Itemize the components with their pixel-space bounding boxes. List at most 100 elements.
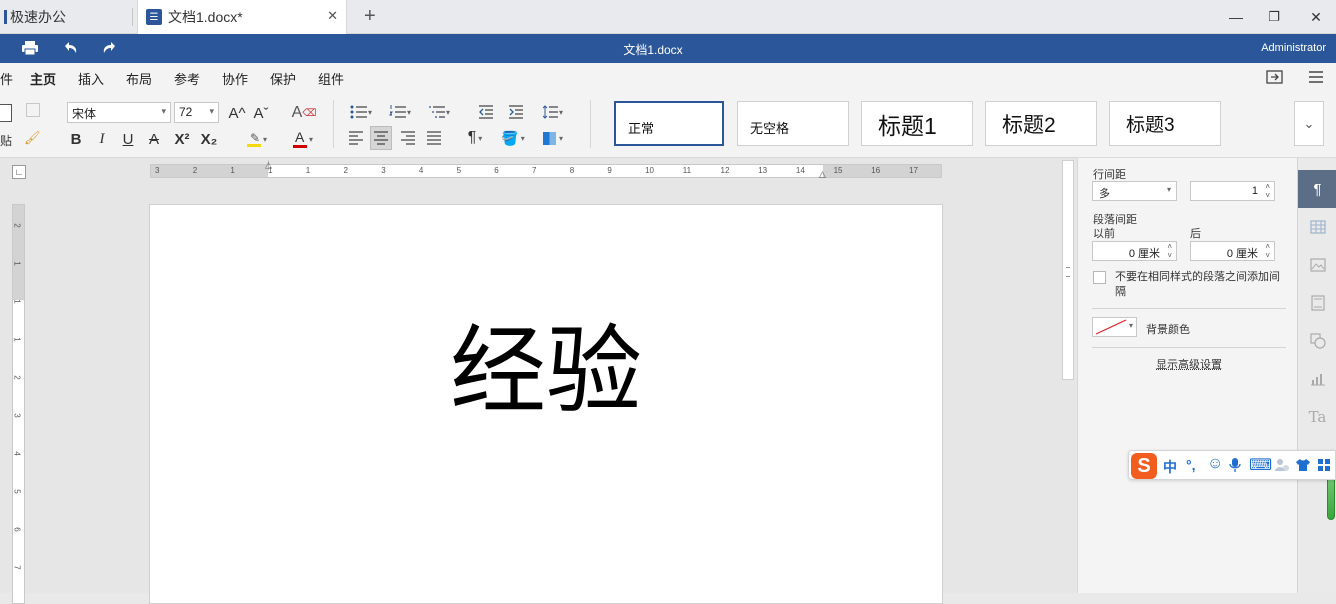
chart-settings-icon[interactable] bbox=[1298, 360, 1336, 398]
image-settings-icon[interactable] bbox=[1298, 246, 1336, 284]
tab-stop-selector[interactable]: ∟ bbox=[12, 165, 26, 179]
spinner-icon[interactable]: ˄ ˅ bbox=[1265, 242, 1270, 260]
right-indent-marker-icon[interactable]: △ bbox=[819, 169, 826, 180]
spacing-before-label: 以前 bbox=[1093, 225, 1115, 241]
style-heading-3[interactable]: 标题3 bbox=[1109, 101, 1221, 146]
underline-button[interactable]: U bbox=[119, 128, 137, 150]
font-name-select[interactable]: 宋体 ▾ bbox=[67, 102, 171, 123]
justify-button[interactable] bbox=[424, 127, 444, 149]
paragraph-settings-icon[interactable]: ¶ bbox=[1298, 170, 1336, 208]
bullet-list-button[interactable]: ▾ bbox=[346, 101, 376, 123]
shrink-font-button[interactable]: Aˇ bbox=[251, 102, 271, 124]
spinner-icon[interactable]: ˄ ˅ bbox=[1167, 242, 1172, 260]
numbered-list-button[interactable]: ▾ bbox=[385, 101, 415, 123]
style-heading-2[interactable]: 标题2 bbox=[985, 101, 1097, 146]
menu-plugins[interactable]: 组件 bbox=[318, 69, 344, 88]
menu-home[interactable]: 主页 bbox=[30, 69, 56, 94]
vertical-ruler[interactable]: 2 1 1 1 2 3 4 5 6 7 bbox=[12, 204, 25, 604]
ruler-number: 11 bbox=[683, 166, 691, 175]
document-page[interactable]: 经验 bbox=[149, 204, 943, 604]
menu-bar: 件 主页 插入 布局 参考 协作 保护 组件 bbox=[0, 63, 1336, 92]
copy-icon[interactable] bbox=[26, 103, 40, 117]
style-no-spacing[interactable]: 无空格 bbox=[737, 101, 849, 146]
dont-add-space-checkbox[interactable] bbox=[1093, 271, 1106, 284]
chevron-down-icon: ▾ bbox=[559, 108, 563, 117]
align-left-button[interactable] bbox=[346, 127, 366, 149]
skin-shirt-icon[interactable] bbox=[1295, 458, 1311, 475]
chevron-down-icon: ▾ bbox=[209, 106, 214, 117]
menu-file[interactable]: 件 bbox=[0, 69, 13, 88]
increase-indent-button[interactable] bbox=[506, 101, 526, 123]
line-spacing-button[interactable]: ▾ bbox=[538, 101, 568, 123]
punctuation-icon[interactable]: °, bbox=[1186, 457, 1196, 473]
style-label: 标题2 bbox=[1002, 109, 1056, 139]
highlight-color-button[interactable]: ✎ ▾ bbox=[243, 128, 271, 150]
indent-marker-icon[interactable]: ⏃ bbox=[264, 159, 273, 172]
menu-references[interactable]: 参考 bbox=[174, 69, 200, 88]
tab-document[interactable]: ☰ 文档1.docx* ✕ bbox=[137, 0, 347, 34]
menu-collaborate[interactable]: 协作 bbox=[222, 69, 248, 88]
bold-button[interactable]: B bbox=[67, 128, 85, 150]
keyboard-icon[interactable]: ⌨ bbox=[1249, 455, 1272, 475]
horizontal-ruler[interactable]: 3 2 1 1 1 2 3 4 5 6 7 8 9 10 11 12 13 14 15 16 17 ⏃ △ bbox=[150, 164, 942, 178]
ruler-number: 6 bbox=[494, 166, 498, 175]
italic-button[interactable]: I bbox=[93, 128, 111, 150]
user-name[interactable]: Administrator bbox=[1261, 42, 1326, 54]
user-icon[interactable] bbox=[1274, 458, 1290, 475]
clear-format-icon[interactable]: A ⌫ bbox=[293, 102, 315, 124]
hamburger-menu-icon[interactable] bbox=[1308, 70, 1324, 84]
styles-expand-button[interactable]: ⌄ bbox=[1294, 101, 1324, 146]
borders-button[interactable]: ▾ bbox=[538, 127, 568, 149]
subscript-button[interactable]: X₂ bbox=[198, 128, 220, 150]
emoji-icon[interactable]: ☺ bbox=[1207, 455, 1223, 473]
spinner-icon[interactable]: ˄ ˅ bbox=[1265, 182, 1270, 200]
close-tab-icon[interactable]: ✕ bbox=[327, 8, 338, 24]
ruler-number: 2 bbox=[193, 166, 197, 175]
font-size-select[interactable]: 72 ▾ bbox=[174, 102, 219, 123]
line-spacing-value-input[interactable]: 1 ˄ ˅ bbox=[1190, 181, 1275, 201]
maximize-button[interactable]: ❐ bbox=[1252, 0, 1296, 34]
text-art-icon[interactable]: Ta bbox=[1298, 398, 1336, 436]
superscript-button[interactable]: X² bbox=[171, 128, 193, 150]
toolbox-grid-icon[interactable] bbox=[1317, 458, 1331, 475]
background-color-picker[interactable]: ▾ bbox=[1092, 317, 1137, 337]
shape-settings-icon[interactable] bbox=[1298, 322, 1336, 360]
chevron-down-icon: ⌄ bbox=[1304, 116, 1315, 132]
menu-protect[interactable]: 保护 bbox=[270, 69, 296, 88]
grow-font-button[interactable]: A^ bbox=[227, 102, 247, 124]
chevron-down-icon: ▾ bbox=[263, 135, 267, 144]
ruler-number: 3 bbox=[13, 413, 22, 417]
menu-insert[interactable]: 插入 bbox=[78, 69, 104, 88]
line-spacing-type-select[interactable]: 多 ▾ bbox=[1092, 181, 1177, 201]
spacing-before-input[interactable]: 0 厘米 ˄ ˅ bbox=[1092, 241, 1177, 261]
strikethrough-button[interactable]: A bbox=[145, 128, 163, 150]
menu-layout[interactable]: 布局 bbox=[126, 69, 152, 88]
font-color-button[interactable]: A ▾ bbox=[289, 128, 317, 150]
paste-icon[interactable] bbox=[0, 104, 12, 122]
document-text[interactable]: 经验 bbox=[150, 315, 942, 427]
ime-mode-button[interactable]: 中 bbox=[1163, 457, 1177, 477]
advanced-settings-link[interactable]: 显示高级设置 bbox=[1078, 356, 1300, 372]
microphone-icon[interactable] bbox=[1229, 457, 1241, 476]
style-normal[interactable]: 正常 bbox=[614, 101, 724, 146]
spacing-after-input[interactable]: 0 厘米 ˄ ˅ bbox=[1190, 241, 1275, 261]
format-painter-icon[interactable]: 🖌 bbox=[24, 130, 41, 146]
style-heading-1[interactable]: 标题1 bbox=[861, 101, 973, 146]
close-window-button[interactable]: ✕ bbox=[1294, 0, 1336, 34]
align-center-button[interactable] bbox=[370, 126, 392, 150]
shading-button[interactable]: 🪣 ▾ bbox=[498, 127, 528, 149]
ruler-number: 9 bbox=[607, 166, 611, 175]
sogou-logo-icon[interactable]: S bbox=[1131, 453, 1157, 479]
decrease-indent-button[interactable] bbox=[476, 101, 496, 123]
tab-home[interactable]: 极速办公 bbox=[0, 0, 132, 34]
dont-add-space-label: 不要在相同样式的段落之间添加间隔 bbox=[1115, 270, 1285, 300]
vertical-scrollbar[interactable] bbox=[1062, 160, 1074, 380]
header-footer-icon[interactable] bbox=[1298, 284, 1336, 322]
title-bar: 极速办公 ☰ 文档1.docx* ✕ + — ❐ ✕ bbox=[0, 0, 1336, 34]
table-settings-icon[interactable] bbox=[1298, 208, 1336, 246]
new-tab-icon[interactable]: + bbox=[364, 5, 376, 28]
align-right-button[interactable] bbox=[398, 127, 418, 149]
multilevel-list-button[interactable]: ▾ bbox=[424, 101, 454, 123]
open-location-icon[interactable] bbox=[1266, 69, 1284, 85]
paragraph-marks-button[interactable]: ¶ ▾ bbox=[460, 127, 490, 149]
